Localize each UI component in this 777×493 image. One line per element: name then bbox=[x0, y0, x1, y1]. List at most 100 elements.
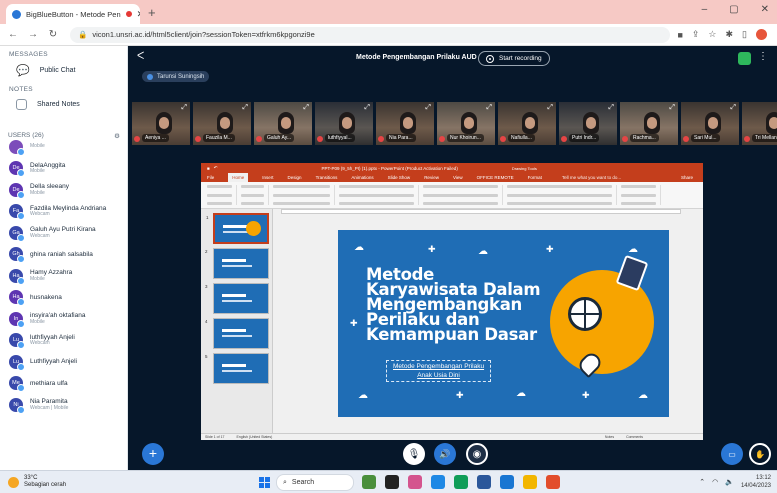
pp-tell-me[interactable]: Tell me what you want to do... bbox=[562, 175, 621, 180]
weather-widget[interactable]: 33°C Sebagian cerah bbox=[8, 475, 66, 489]
user-list-item[interactable]: In insyira'ah oktafiana Mobile bbox=[0, 308, 127, 330]
fullscreen-icon[interactable]: ⤢ bbox=[364, 104, 370, 112]
user-list-item[interactable]: Ha Hamy Azzahra Mobile bbox=[0, 265, 127, 287]
user-list-item[interactable]: De DelaAnggita Mobile bbox=[0, 158, 127, 180]
pp-menu-item[interactable]: View bbox=[453, 175, 463, 180]
start-recording-button[interactable]: Start recording bbox=[478, 51, 550, 66]
extensions-puzzle-icon[interactable]: ✱ bbox=[726, 29, 734, 40]
pp-menu-item[interactable]: Home bbox=[228, 173, 249, 182]
clock-date: 14/04/2023 bbox=[740, 483, 771, 489]
shared-notes-item[interactable]: Shared Notes bbox=[0, 93, 127, 114]
clock[interactable]: 13:12 14/04/2023 bbox=[741, 474, 771, 490]
pp-menu-item[interactable]: Transitions bbox=[316, 175, 338, 180]
public-chat-item[interactable]: 💬 Public Chat bbox=[0, 58, 127, 81]
url-field[interactable]: 🔒 vicon1.unsri.ac.id/html5client/join?se… bbox=[70, 26, 670, 43]
chrome-icon[interactable] bbox=[546, 475, 560, 489]
fullscreen-icon[interactable]: ⤢ bbox=[242, 104, 248, 112]
new-tab-button[interactable]: + bbox=[148, 5, 156, 20]
app-icon[interactable] bbox=[362, 475, 376, 489]
fullscreen-icon[interactable]: ⤢ bbox=[730, 104, 736, 112]
file-explorer-icon[interactable] bbox=[523, 475, 537, 489]
pp-menu-item[interactable]: Review bbox=[424, 175, 439, 180]
actions-plus-button[interactable]: + bbox=[142, 443, 164, 465]
volume-icon[interactable]: 🔈 bbox=[725, 478, 734, 486]
close-tab-icon[interactable]: ✕ bbox=[137, 9, 140, 20]
webcam-tile[interactable]: ⤢ Aeniya ... bbox=[132, 102, 190, 145]
webcam-tile[interactable]: ⤢Tri Mellani... bbox=[742, 102, 777, 145]
user-list-item[interactable]: Me methiara ulfa bbox=[0, 373, 127, 395]
wifi-icon[interactable]: ◠ bbox=[712, 478, 718, 486]
share-icon[interactable]: ⇪ bbox=[692, 29, 700, 40]
reload-icon[interactable]: ↻ bbox=[46, 29, 60, 40]
app-icon[interactable] bbox=[500, 475, 514, 489]
fullscreen-icon[interactable]: ⤢ bbox=[425, 104, 431, 112]
fullscreen-icon[interactable]: ⤢ bbox=[181, 104, 187, 112]
user-list-item[interactable]: Ha husnakena bbox=[0, 287, 127, 309]
pp-menu-item[interactable]: Animations bbox=[351, 175, 373, 180]
webcam-tile[interactable]: ⤢ Nafiulla... bbox=[498, 102, 556, 145]
webcam-tile[interactable]: ⤢ Rachma... bbox=[620, 102, 678, 145]
users-settings-gear-icon[interactable]: ⚙ bbox=[114, 132, 120, 140]
fullscreen-icon[interactable]: ⤢ bbox=[608, 104, 614, 112]
share-screen-button[interactable]: ▭ bbox=[721, 443, 743, 465]
user-list-item[interactable]: Ga Galuh Ayu Putri Kirana Webcam bbox=[0, 222, 127, 244]
user-status: Mobile bbox=[30, 275, 45, 282]
windows-start-icon[interactable] bbox=[259, 477, 270, 488]
toggle-chat-icon[interactable]: ᐸ bbox=[137, 51, 144, 62]
options-menu-icon[interactable]: ⋮ bbox=[758, 51, 768, 62]
share-webcam-button[interactable]: ◉ bbox=[466, 443, 488, 465]
app-icon[interactable] bbox=[431, 475, 445, 489]
raise-hand-button[interactable]: ✋ bbox=[749, 443, 771, 465]
user-list-item[interactable]: Fa Fazdila Meylinda Andriana Webcam bbox=[0, 201, 127, 223]
pp-menu-item[interactable]: Slide Show bbox=[388, 175, 411, 180]
pp-menu-item[interactable]: OFFICE REMOTE bbox=[477, 175, 514, 180]
pp-slide-thumbnail[interactable]: 3 bbox=[205, 283, 269, 314]
webcam-tile[interactable]: ⤢ Nur Khoirun... bbox=[437, 102, 495, 145]
pp-menu-item[interactable]: File bbox=[207, 175, 214, 180]
webcam-tile[interactable]: ⤢ Galuh Ay... bbox=[254, 102, 312, 145]
pp-slide-thumbnail[interactable]: 2 bbox=[205, 248, 269, 279]
app-icon[interactable] bbox=[477, 475, 491, 489]
user-list-item[interactable]: De Della sleeany Mobile bbox=[0, 179, 127, 201]
pp-menu-item[interactable]: Insert bbox=[262, 175, 273, 180]
user-list-item[interactable]: Lu luthfiyyah Anjeli Webcam bbox=[0, 330, 127, 352]
mute-microphone-button[interactable]: 🎙 bbox=[403, 443, 425, 465]
pp-slide-thumbnail[interactable]: 1 bbox=[206, 213, 269, 244]
bookmark-star-icon[interactable]: ☆ bbox=[708, 29, 716, 40]
pp-slide-thumbnail[interactable]: 4 bbox=[205, 318, 269, 349]
task-view-icon[interactable] bbox=[385, 475, 399, 489]
connection-status-icon[interactable] bbox=[738, 52, 751, 65]
profile-avatar[interactable] bbox=[756, 29, 767, 40]
close-window-button[interactable]: ✕ bbox=[761, 4, 769, 15]
maximize-button[interactable]: ▢ bbox=[729, 4, 738, 15]
user-name-block: Galuh Ayu Putri Kirana Webcam bbox=[30, 226, 96, 239]
webcam-tile[interactable]: ⤢ Nia Para... bbox=[376, 102, 434, 145]
camera-permission-icon[interactable]: ■ bbox=[677, 30, 682, 40]
webcam-tile[interactable]: ⤢ Putri Indr... bbox=[559, 102, 617, 145]
sidepanel-icon[interactable]: ▯ bbox=[742, 29, 747, 40]
fullscreen-icon[interactable]: ⤢ bbox=[547, 104, 553, 112]
user-list-item[interactable]: Lu Luthfiyyah Anjeli bbox=[0, 351, 127, 373]
tray-chevron-icon[interactable]: ⌃ bbox=[699, 478, 705, 486]
fullscreen-icon[interactable]: ⤢ bbox=[486, 104, 492, 112]
webcam-tile[interactable]: ⤢ luthfiyyal... bbox=[315, 102, 373, 145]
browser-tab[interactable]: BigBlueButton - Metode Pen ✕ bbox=[6, 4, 140, 24]
pp-share-button[interactable]: Share bbox=[681, 175, 693, 180]
fullscreen-icon[interactable]: ⤢ bbox=[303, 104, 309, 112]
minimize-button[interactable]: – bbox=[702, 4, 708, 15]
fullscreen-icon[interactable]: ⤢ bbox=[669, 104, 675, 112]
cloud-decoration-icon: ☁ bbox=[358, 390, 368, 401]
app-icon[interactable] bbox=[454, 475, 468, 489]
webcam-tile[interactable]: ⤢ Sari Mul... bbox=[681, 102, 739, 145]
webcam-tile[interactable]: ⤢ Fauzila M... bbox=[193, 102, 251, 145]
audio-button[interactable]: 🔊 bbox=[434, 443, 456, 465]
user-list-item[interactable]: Gh ghina raniah salsabila bbox=[0, 244, 127, 266]
user-list-item[interactable]: Ni Nia Paramita Webcam | Mobile bbox=[0, 394, 127, 416]
forward-arrow-icon[interactable]: → bbox=[26, 29, 40, 40]
pp-slide-thumbnail[interactable]: 5 bbox=[205, 353, 269, 384]
pp-menu-item[interactable]: Format bbox=[528, 175, 542, 180]
taskbar-search[interactable]: ⌕ Search bbox=[276, 474, 354, 491]
back-arrow-icon[interactable]: ← bbox=[6, 29, 20, 40]
pp-menu-item[interactable]: Design bbox=[288, 175, 302, 180]
app-icon[interactable] bbox=[408, 475, 422, 489]
